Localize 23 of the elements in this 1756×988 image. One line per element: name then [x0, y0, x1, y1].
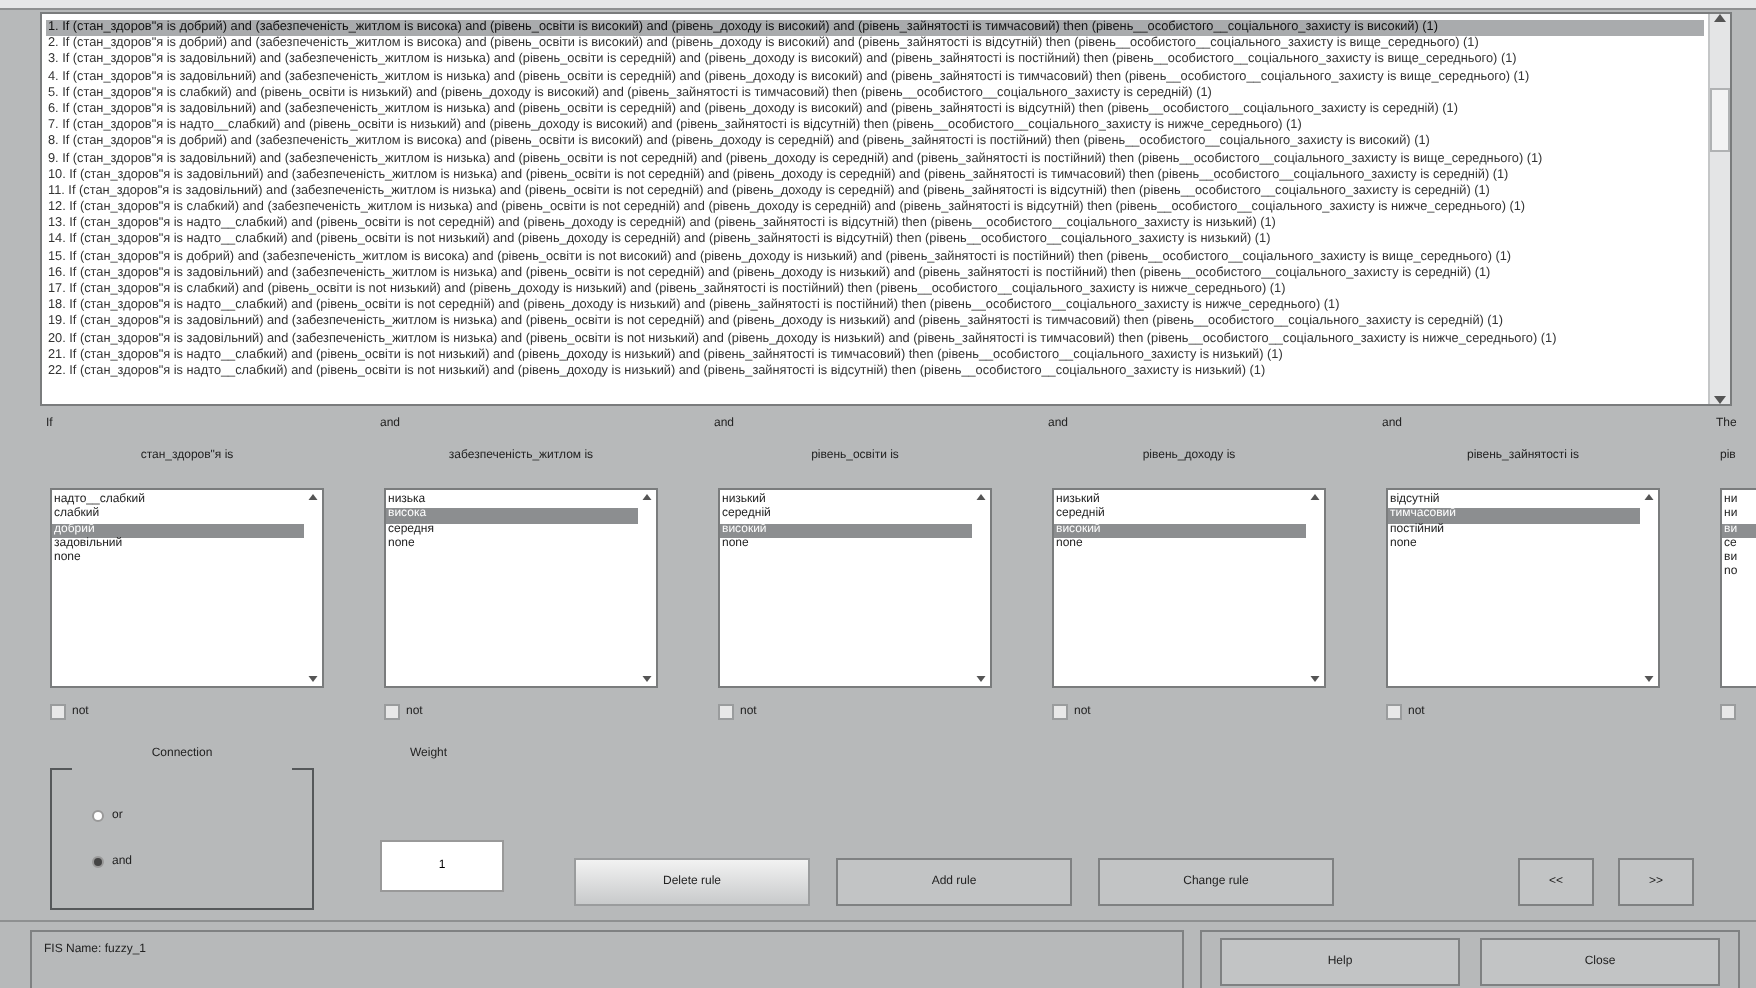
- scroll-down-icon[interactable]: [642, 676, 652, 682]
- radio-button[interactable]: [92, 809, 104, 821]
- scroll-up-icon[interactable]: [976, 494, 986, 500]
- scroll-thumb[interactable]: [1710, 87, 1730, 151]
- scroll-down-icon[interactable]: [976, 676, 986, 682]
- scroll-down-icon[interactable]: [1644, 676, 1654, 682]
- scroll-up-icon[interactable]: [308, 494, 318, 500]
- scroll-down-icon[interactable]: [1714, 396, 1726, 404]
- scrollbar[interactable]: [1708, 14, 1730, 404]
- scroll-up-icon[interactable]: [1644, 494, 1654, 500]
- rule-list[interactable]: [40, 12, 1732, 406]
- scroll-up-icon[interactable]: [642, 494, 652, 500]
- not-checkbox[interactable]: [1052, 704, 1068, 720]
- not-checkbox[interactable]: [384, 704, 400, 720]
- not-checkbox[interactable]: [1386, 704, 1402, 720]
- scroll-up-icon[interactable]: [1310, 494, 1320, 500]
- not-checkbox[interactable]: [50, 704, 66, 720]
- radio-button[interactable]: [92, 855, 104, 867]
- scroll-down-icon[interactable]: [1310, 676, 1320, 682]
- scroll-down-icon[interactable]: [308, 676, 318, 682]
- scroll-up-icon[interactable]: [1714, 14, 1726, 22]
- not-checkbox[interactable]: [718, 704, 734, 720]
- not-checkbox[interactable]: [1720, 704, 1736, 720]
